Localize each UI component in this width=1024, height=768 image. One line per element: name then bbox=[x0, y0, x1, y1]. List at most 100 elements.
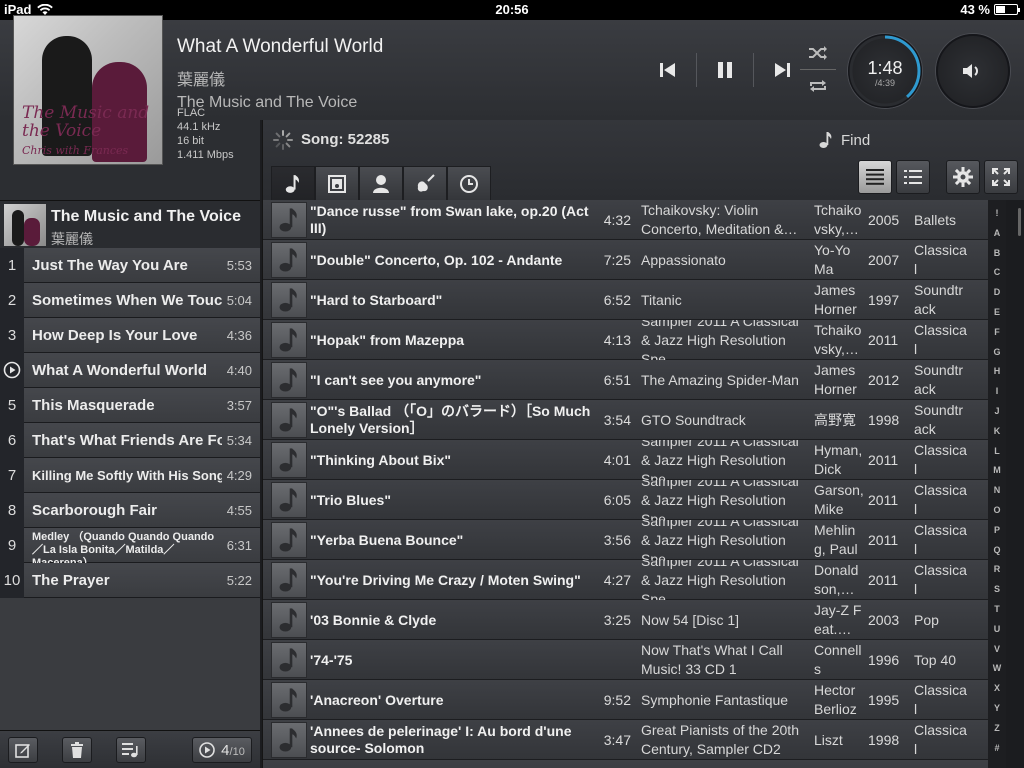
song-row[interactable]: "Double" Concerto, Op. 102 - Andante 7:25… bbox=[263, 240, 990, 280]
index-letter[interactable]: ! bbox=[988, 208, 1006, 218]
tab-songs[interactable] bbox=[271, 166, 315, 200]
scrollbar[interactable] bbox=[1008, 200, 1024, 768]
fullscreen-button[interactable] bbox=[984, 160, 1018, 194]
next-button[interactable] bbox=[762, 50, 802, 90]
index-letter[interactable]: W bbox=[988, 663, 1006, 673]
queue-item-playing[interactable]: What A Wonderful World 4:40 bbox=[0, 353, 260, 388]
repeat-icon[interactable] bbox=[808, 78, 828, 94]
song-row-partial[interactable] bbox=[263, 760, 990, 768]
song-row[interactable]: "O"'s Ballad （「O」のバラード）［So Much Lonely V… bbox=[263, 400, 990, 440]
index-letter[interactable]: F bbox=[988, 327, 1006, 337]
index-letter[interactable]: O bbox=[988, 505, 1006, 515]
index-letter[interactable]: X bbox=[988, 683, 1006, 693]
index-letter[interactable]: J bbox=[988, 406, 1006, 416]
index-letter[interactable]: R bbox=[988, 564, 1006, 574]
tab-recent[interactable] bbox=[447, 166, 491, 200]
queue-item[interactable]: 6 That's What Friends Are For 5:34 bbox=[0, 423, 260, 458]
playlist-button[interactable] bbox=[116, 737, 146, 763]
index-letter[interactable]: # bbox=[988, 743, 1006, 753]
song-artist: Hyman, Dick bbox=[814, 442, 863, 477]
song-row[interactable]: "Yerba Buena Bounce" 3:56 Sampler 2011 A C… bbox=[263, 520, 990, 560]
song-artwork-placeholder-icon bbox=[271, 482, 307, 518]
alphabet-index[interactable]: ! A B C D E F G H I J K L M N O P Q R S T U V W X Y Z # bbox=[988, 200, 1006, 768]
edit-icon bbox=[15, 744, 30, 758]
index-letter[interactable]: Y bbox=[988, 703, 1006, 713]
song-genre: Classical bbox=[914, 522, 967, 557]
pause-button[interactable] bbox=[705, 50, 745, 90]
index-letter[interactable]: B bbox=[988, 248, 1006, 258]
tab-artists[interactable] bbox=[359, 166, 403, 200]
queue-item-duration: 5:34 bbox=[226, 433, 252, 448]
volume-button[interactable] bbox=[936, 34, 1010, 108]
song-row[interactable]: '74-'75 Now That's What I Call Music! 33 … bbox=[263, 640, 990, 680]
song-artist: James Horner bbox=[814, 362, 857, 397]
song-row[interactable]: "Hard to Starboard" 6:52 Titanic James Horn… bbox=[263, 280, 990, 320]
index-letter[interactable]: H bbox=[988, 366, 1006, 376]
song-row[interactable]: "Trio Blues" 6:05 Sampler 2011 A Classical… bbox=[263, 480, 990, 520]
song-artist: Hector Berlioz bbox=[814, 682, 857, 717]
tab-albums[interactable] bbox=[315, 166, 359, 200]
queue-item[interactable]: 9 Medley （Quando Quando Quando／La Isla Bo… bbox=[0, 528, 260, 569]
index-letter[interactable]: D bbox=[988, 287, 1006, 297]
song-row[interactable]: "You're Driving Me Crazy / Moten Swing" 4… bbox=[263, 560, 990, 600]
queue-item[interactable]: 1 Just The Way You Are 5:53 bbox=[0, 248, 260, 283]
find-button[interactable]: Find bbox=[819, 131, 870, 149]
index-letter[interactable]: P bbox=[988, 525, 1006, 535]
queue-item[interactable]: 7 Killing Me Softly With His Song 4:29 bbox=[0, 458, 260, 493]
transport-divider bbox=[696, 53, 697, 87]
song-row[interactable]: "Thinking About Bix" 4:01 Sampler 2011 A C… bbox=[263, 440, 990, 480]
guitar-icon bbox=[417, 173, 435, 192]
song-title: 'Anacreon' Overture bbox=[310, 691, 444, 708]
next-icon bbox=[775, 63, 790, 77]
index-letter[interactable]: G bbox=[988, 347, 1006, 357]
previous-button[interactable] bbox=[648, 50, 688, 90]
index-letter[interactable]: Q bbox=[988, 545, 1006, 555]
song-row[interactable]: "Hopak" from Mazeppa 4:13 Sampler 2011 A C… bbox=[263, 320, 990, 360]
song-artist: Mehling, Paul bbox=[814, 522, 858, 557]
queue-item[interactable]: 3 How Deep Is Your Love 4:36 bbox=[0, 318, 260, 353]
index-letter[interactable]: S bbox=[988, 584, 1006, 594]
queue-album-header[interactable]: The Music and The Voice 葉麗儀 bbox=[0, 200, 260, 248]
settings-button[interactable] bbox=[946, 160, 980, 194]
index-letter[interactable]: M bbox=[988, 465, 1006, 475]
queue-item-number: 2 bbox=[0, 283, 24, 318]
detail-list-button[interactable] bbox=[896, 160, 930, 194]
queue-item[interactable]: 5 This Masquerade 3:57 bbox=[0, 388, 260, 423]
song-artwork-placeholder-icon bbox=[271, 522, 307, 558]
song-duration: 6:52 bbox=[603, 292, 631, 308]
index-letter[interactable]: U bbox=[988, 624, 1006, 634]
song-genre: Soundtrack bbox=[914, 402, 964, 437]
queue-item-title: The Prayer bbox=[32, 572, 110, 589]
queue-position-button[interactable]: 4/10 bbox=[192, 737, 252, 763]
index-letter[interactable]: C bbox=[988, 267, 1006, 277]
album-art[interactable]: The Music and the Voice Chris with Franc… bbox=[13, 15, 163, 165]
index-letter[interactable]: K bbox=[988, 426, 1006, 436]
tab-genres[interactable] bbox=[403, 166, 447, 200]
queue-item[interactable]: 10 The Prayer 5:22 bbox=[0, 563, 260, 598]
index-letter[interactable]: T bbox=[988, 604, 1006, 614]
song-row[interactable]: 'Anacreon' Overture 9:52 Symphonie Fantast… bbox=[263, 680, 990, 720]
index-letter[interactable]: I bbox=[988, 386, 1006, 396]
song-row[interactable]: "I can't see you anymore" 6:51 The Amazing… bbox=[263, 360, 990, 400]
progress-dial[interactable]: 1:48 /4:39 bbox=[848, 34, 922, 108]
delete-queue-button[interactable] bbox=[62, 737, 92, 763]
song-title: "Hopak" from Mazeppa bbox=[310, 331, 465, 348]
queue-item[interactable]: 2 Sometimes When We Touch 5:04 bbox=[0, 283, 260, 318]
index-letter[interactable]: V bbox=[988, 644, 1006, 654]
scrollbar-thumb[interactable] bbox=[1018, 208, 1021, 236]
song-row[interactable]: 'Annees de pelerinage' I: Au bord d'une … bbox=[263, 720, 990, 760]
index-letter[interactable]: Z bbox=[988, 723, 1006, 733]
compact-list-button[interactable] bbox=[858, 160, 892, 194]
edit-queue-button[interactable] bbox=[8, 737, 38, 763]
now-playing-artist[interactable]: 葉麗儀 bbox=[177, 66, 225, 90]
song-row[interactable]: "Dance russe" from Swan lake, op.20 (Act… bbox=[263, 200, 990, 240]
index-letter[interactable]: E bbox=[988, 307, 1006, 317]
song-album: Titanic bbox=[641, 291, 682, 308]
sample-rate: 44.1 kHz bbox=[177, 121, 221, 133]
song-row[interactable]: '03 Bonnie & Clyde 3:25 Now 54 [Disc 1] Jay… bbox=[263, 600, 990, 640]
index-letter[interactable]: A bbox=[988, 228, 1006, 238]
shuffle-icon[interactable] bbox=[808, 45, 828, 61]
index-letter[interactable]: L bbox=[988, 446, 1006, 456]
queue-item[interactable]: 8 Scarborough Fair 4:55 bbox=[0, 493, 260, 528]
index-letter[interactable]: N bbox=[988, 485, 1006, 495]
